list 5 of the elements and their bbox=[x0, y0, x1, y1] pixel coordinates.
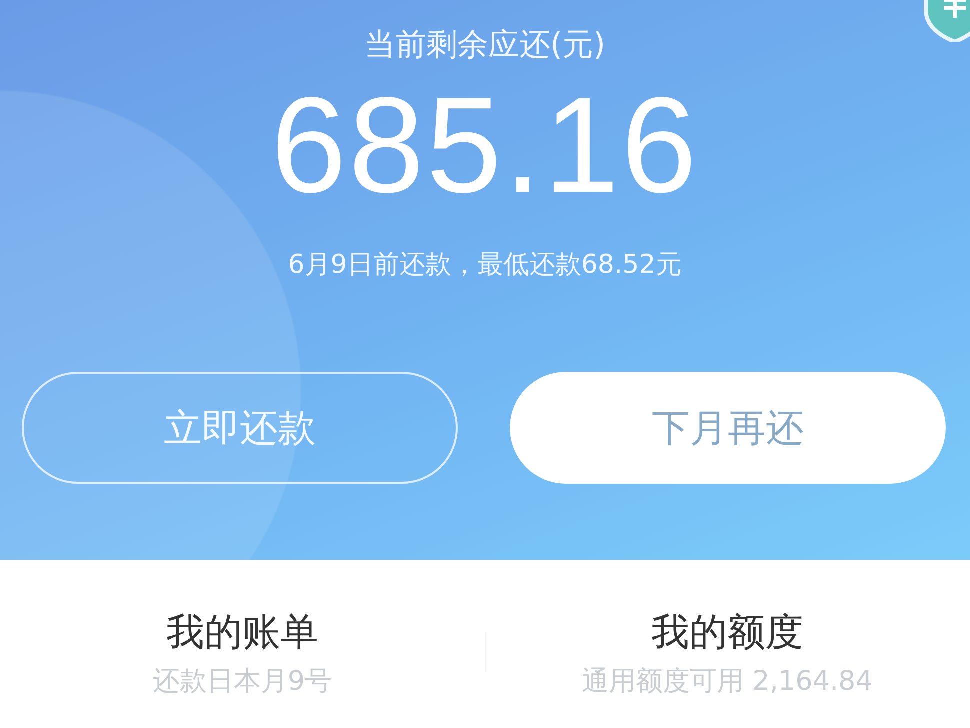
balance-amount: 685.16 bbox=[271, 70, 699, 220]
balance-title: 当前剩余应还(元) bbox=[364, 28, 606, 62]
summary-title[interactable]: 我的账单 bbox=[166, 610, 318, 654]
due-date-note: 6月9日前还款，最低还款68.52元 bbox=[288, 249, 682, 282]
summary-title[interactable]: 我的额度 bbox=[652, 610, 804, 654]
